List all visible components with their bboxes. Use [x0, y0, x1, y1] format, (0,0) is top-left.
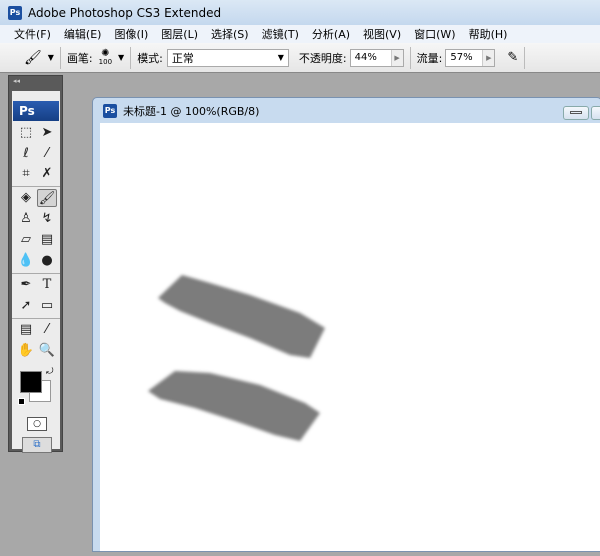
brush-picker[interactable]: ✺ 100 — [98, 47, 113, 67]
opacity-value: 44% — [354, 52, 377, 63]
document-window: Ps 未标题-1 @ 100%(RGB/8) — [92, 97, 600, 552]
eraser-tool-icon[interactable]: ▱ — [16, 231, 36, 249]
crop-tool-icon[interactable]: ⌗ — [16, 165, 36, 183]
dodge-tool-icon[interactable]: ● — [37, 252, 57, 270]
notes-tool-icon[interactable]: ▤ — [16, 321, 36, 339]
title-bar: Ps Adobe Photoshop CS3 Extended — [0, 0, 600, 25]
marquee-tool-icon[interactable]: ⬚ — [16, 124, 36, 142]
brush-stroke-1 — [158, 275, 325, 358]
history-brush-tool-icon[interactable]: ↯ — [37, 210, 57, 228]
eyedropper-tool-icon[interactable]: ⁄ — [37, 321, 57, 339]
ps-logo: Ps — [13, 101, 59, 121]
menu-window[interactable]: 窗口(W) — [414, 26, 455, 42]
collapse-toolbox-button[interactable]: ◂◂ — [13, 77, 20, 85]
mode-value: 正常 — [171, 51, 194, 65]
menu-image[interactable]: 图像(I) — [114, 26, 148, 42]
brush-stroke-2 — [148, 371, 320, 441]
preset-dropdown-arrow[interactable]: ▼ — [48, 53, 54, 62]
document-title-bar[interactable]: Ps 未标题-1 @ 100%(RGB/8) — [93, 98, 600, 123]
menu-select[interactable]: 选择(S) — [211, 26, 249, 42]
document-ps-icon: Ps — [103, 103, 117, 118]
mode-label: 模式: — [137, 51, 163, 65]
airbrush-icon[interactable]: ✎ — [507, 50, 518, 65]
brush-tool-preset-icon[interactable]: 🖌 — [24, 50, 42, 66]
document-title: 未标题-1 @ 100%(RGB/8) — [123, 104, 260, 118]
menu-layer[interactable]: 图层(L) — [161, 26, 198, 42]
type-tool-icon[interactable]: T — [37, 276, 57, 294]
quick-mask-button[interactable]: ○ — [27, 417, 47, 431]
brush-strokes — [148, 275, 325, 441]
chevron-down-icon: ▼ — [277, 53, 284, 62]
blur-tool-icon[interactable]: 💧 — [16, 252, 36, 270]
flow-input[interactable]: 57% ▶ — [445, 48, 496, 67]
menu-bar: 文件(F) 编辑(E) 图像(I) 图层(L) 选择(S) 滤镜(T) 分析(A… — [0, 25, 600, 43]
default-colors-icon[interactable] — [18, 398, 25, 405]
flow-label: 流量: — [416, 51, 443, 65]
opacity-label: 不透明度: — [298, 51, 347, 65]
menu-help[interactable]: 帮助(H) — [469, 26, 508, 42]
pen-tool-icon[interactable]: ✒ — [16, 276, 36, 294]
toolbox: ◂◂ Ps ⬚ ➤ ℓ ⁄ ⌗ ✗ ◈ 🖌 ♙ ↯ ▱ ▤ 💧 ● ✒ T ➚ … — [8, 75, 63, 453]
minimize-button[interactable] — [563, 106, 589, 120]
brush-dropdown-arrow[interactable]: ▼ — [118, 53, 124, 62]
lasso-tool-icon[interactable]: ℓ — [16, 145, 36, 163]
magic-wand-tool-icon[interactable]: ⁄ — [37, 145, 57, 163]
flow-slider-button[interactable]: ▶ — [482, 49, 495, 66]
hand-tool-icon[interactable]: ✋ — [16, 342, 36, 360]
menu-view[interactable]: 视图(V) — [363, 26, 401, 42]
move-tool-icon[interactable]: ➤ — [37, 124, 57, 142]
swap-colors-icon[interactable]: ⤾ — [46, 367, 54, 377]
mode-select[interactable]: 正常 ▼ — [166, 48, 289, 67]
slice-tool-icon[interactable]: ✗ — [37, 165, 57, 183]
gradient-tool-icon[interactable]: ▤ — [37, 231, 57, 249]
brush-label: 画笔: — [66, 51, 93, 65]
brush-tip-icon: ✺ — [101, 47, 110, 59]
opacity-input[interactable]: 44% ▶ — [349, 48, 404, 67]
menu-file[interactable]: 文件(F) — [14, 26, 51, 42]
brush-tool-icon[interactable]: 🖌 — [37, 189, 57, 207]
menu-filter[interactable]: 滤镜(T) — [262, 26, 299, 42]
foreground-color-swatch[interactable] — [20, 371, 42, 393]
path-selection-tool-icon[interactable]: ➚ — [16, 297, 36, 315]
healing-brush-tool-icon[interactable]: ◈ — [16, 189, 36, 207]
flow-value: 57% — [450, 52, 473, 63]
canvas[interactable] — [100, 123, 600, 551]
zoom-tool-icon[interactable]: 🔍 — [37, 342, 57, 360]
clone-stamp-tool-icon[interactable]: ♙ — [16, 210, 36, 228]
options-bar: 🖌 ▼ 画笔: ✺ 100 ▼ 模式: 正常 ▼ 不透明度: 44% ▶ 流量:… — [0, 43, 600, 73]
brush-size: 100 — [98, 57, 113, 66]
shape-tool-icon[interactable]: ▭ — [37, 297, 57, 315]
opacity-slider-button[interactable]: ▶ — [390, 49, 403, 66]
menu-edit[interactable]: 编辑(E) — [64, 26, 102, 42]
menu-analysis[interactable]: 分析(A) — [312, 26, 350, 42]
photoshop-icon: Ps — [8, 5, 22, 20]
screen-mode-button[interactable]: ⧉ — [22, 437, 52, 453]
maximize-button[interactable] — [591, 106, 600, 120]
app-title: Adobe Photoshop CS3 Extended — [28, 5, 222, 20]
